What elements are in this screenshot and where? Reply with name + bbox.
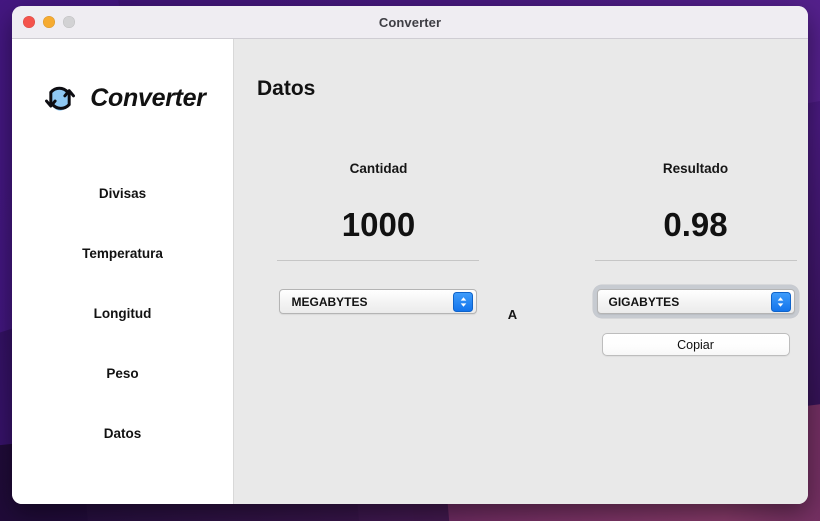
amount-unit-select-wrap: MEGABYTES	[279, 289, 478, 314]
sidebar-item-divisas[interactable]: Divisas	[12, 163, 233, 223]
result-value: 0.98	[663, 206, 728, 243]
window-controls	[23, 6, 75, 38]
minimize-button[interactable]	[43, 16, 55, 28]
app-window: Converter Converter Divisas Temperatura …	[12, 6, 808, 504]
desktop-background: Converter Converter Divisas Temperatura …	[0, 0, 820, 521]
amount-underline	[277, 260, 480, 261]
result-column: Resultado 0.98 GIGABYTES Copiar	[583, 161, 808, 356]
sidebar-item-peso[interactable]: Peso	[12, 343, 233, 403]
window-titlebar[interactable]: Converter	[12, 6, 808, 39]
amount-column: Cantidad 1000 MEGABYTES	[266, 161, 491, 314]
amount-unit-select[interactable]: MEGABYTES	[279, 289, 478, 314]
amount-value[interactable]: 1000	[342, 208, 415, 241]
sidebar-nav: Divisas Temperatura Longitud Peso Datos	[12, 163, 233, 463]
sidebar-item-temperatura[interactable]: Temperatura	[12, 223, 233, 283]
page-title: Datos	[257, 77, 316, 100]
refresh-swap-icon	[45, 86, 76, 111]
main-panel: Datos Cantidad 1000 MEGABYTES A Resultad…	[234, 39, 808, 504]
result-unit-select[interactable]: GIGABYTES	[596, 289, 795, 314]
copy-button[interactable]: Copiar	[601, 333, 790, 356]
result-unit-select-wrap: GIGABYTES	[592, 285, 799, 318]
result-unit-select-value: GIGABYTES	[608, 294, 680, 309]
converter-row: Cantidad 1000 MEGABYTES A Resultado 0.98…	[234, 161, 808, 356]
separator-label: A	[507, 307, 518, 322]
sidebar-item-datos[interactable]: Datos	[12, 403, 233, 463]
chevron-up-down-icon[interactable]	[453, 292, 474, 312]
sidebar-item-label: Temperatura	[82, 245, 163, 261]
sidebar-item-label: Peso	[106, 365, 139, 381]
brand-name: Converter	[90, 83, 206, 112]
result-underline	[594, 260, 797, 261]
result-label: Resultado	[662, 161, 729, 176]
amount-unit-select-value: MEGABYTES	[291, 294, 368, 309]
chevron-up-down-icon[interactable]	[770, 292, 791, 312]
window-title: Converter	[378, 14, 442, 30]
zoom-button[interactable]	[63, 16, 75, 28]
sidebar: Converter Divisas Temperatura Longitud P…	[12, 39, 234, 504]
sidebar-item-longitud[interactable]: Longitud	[12, 283, 233, 343]
sidebar-item-label: Longitud	[93, 305, 152, 321]
brand: Converter	[39, 70, 206, 126]
sidebar-item-label: Divisas	[98, 185, 147, 201]
sidebar-item-label: Datos	[103, 425, 142, 441]
close-button[interactable]	[23, 16, 35, 28]
window-body: Converter Divisas Temperatura Longitud P…	[12, 39, 808, 504]
amount-label: Cantidad	[349, 161, 408, 176]
